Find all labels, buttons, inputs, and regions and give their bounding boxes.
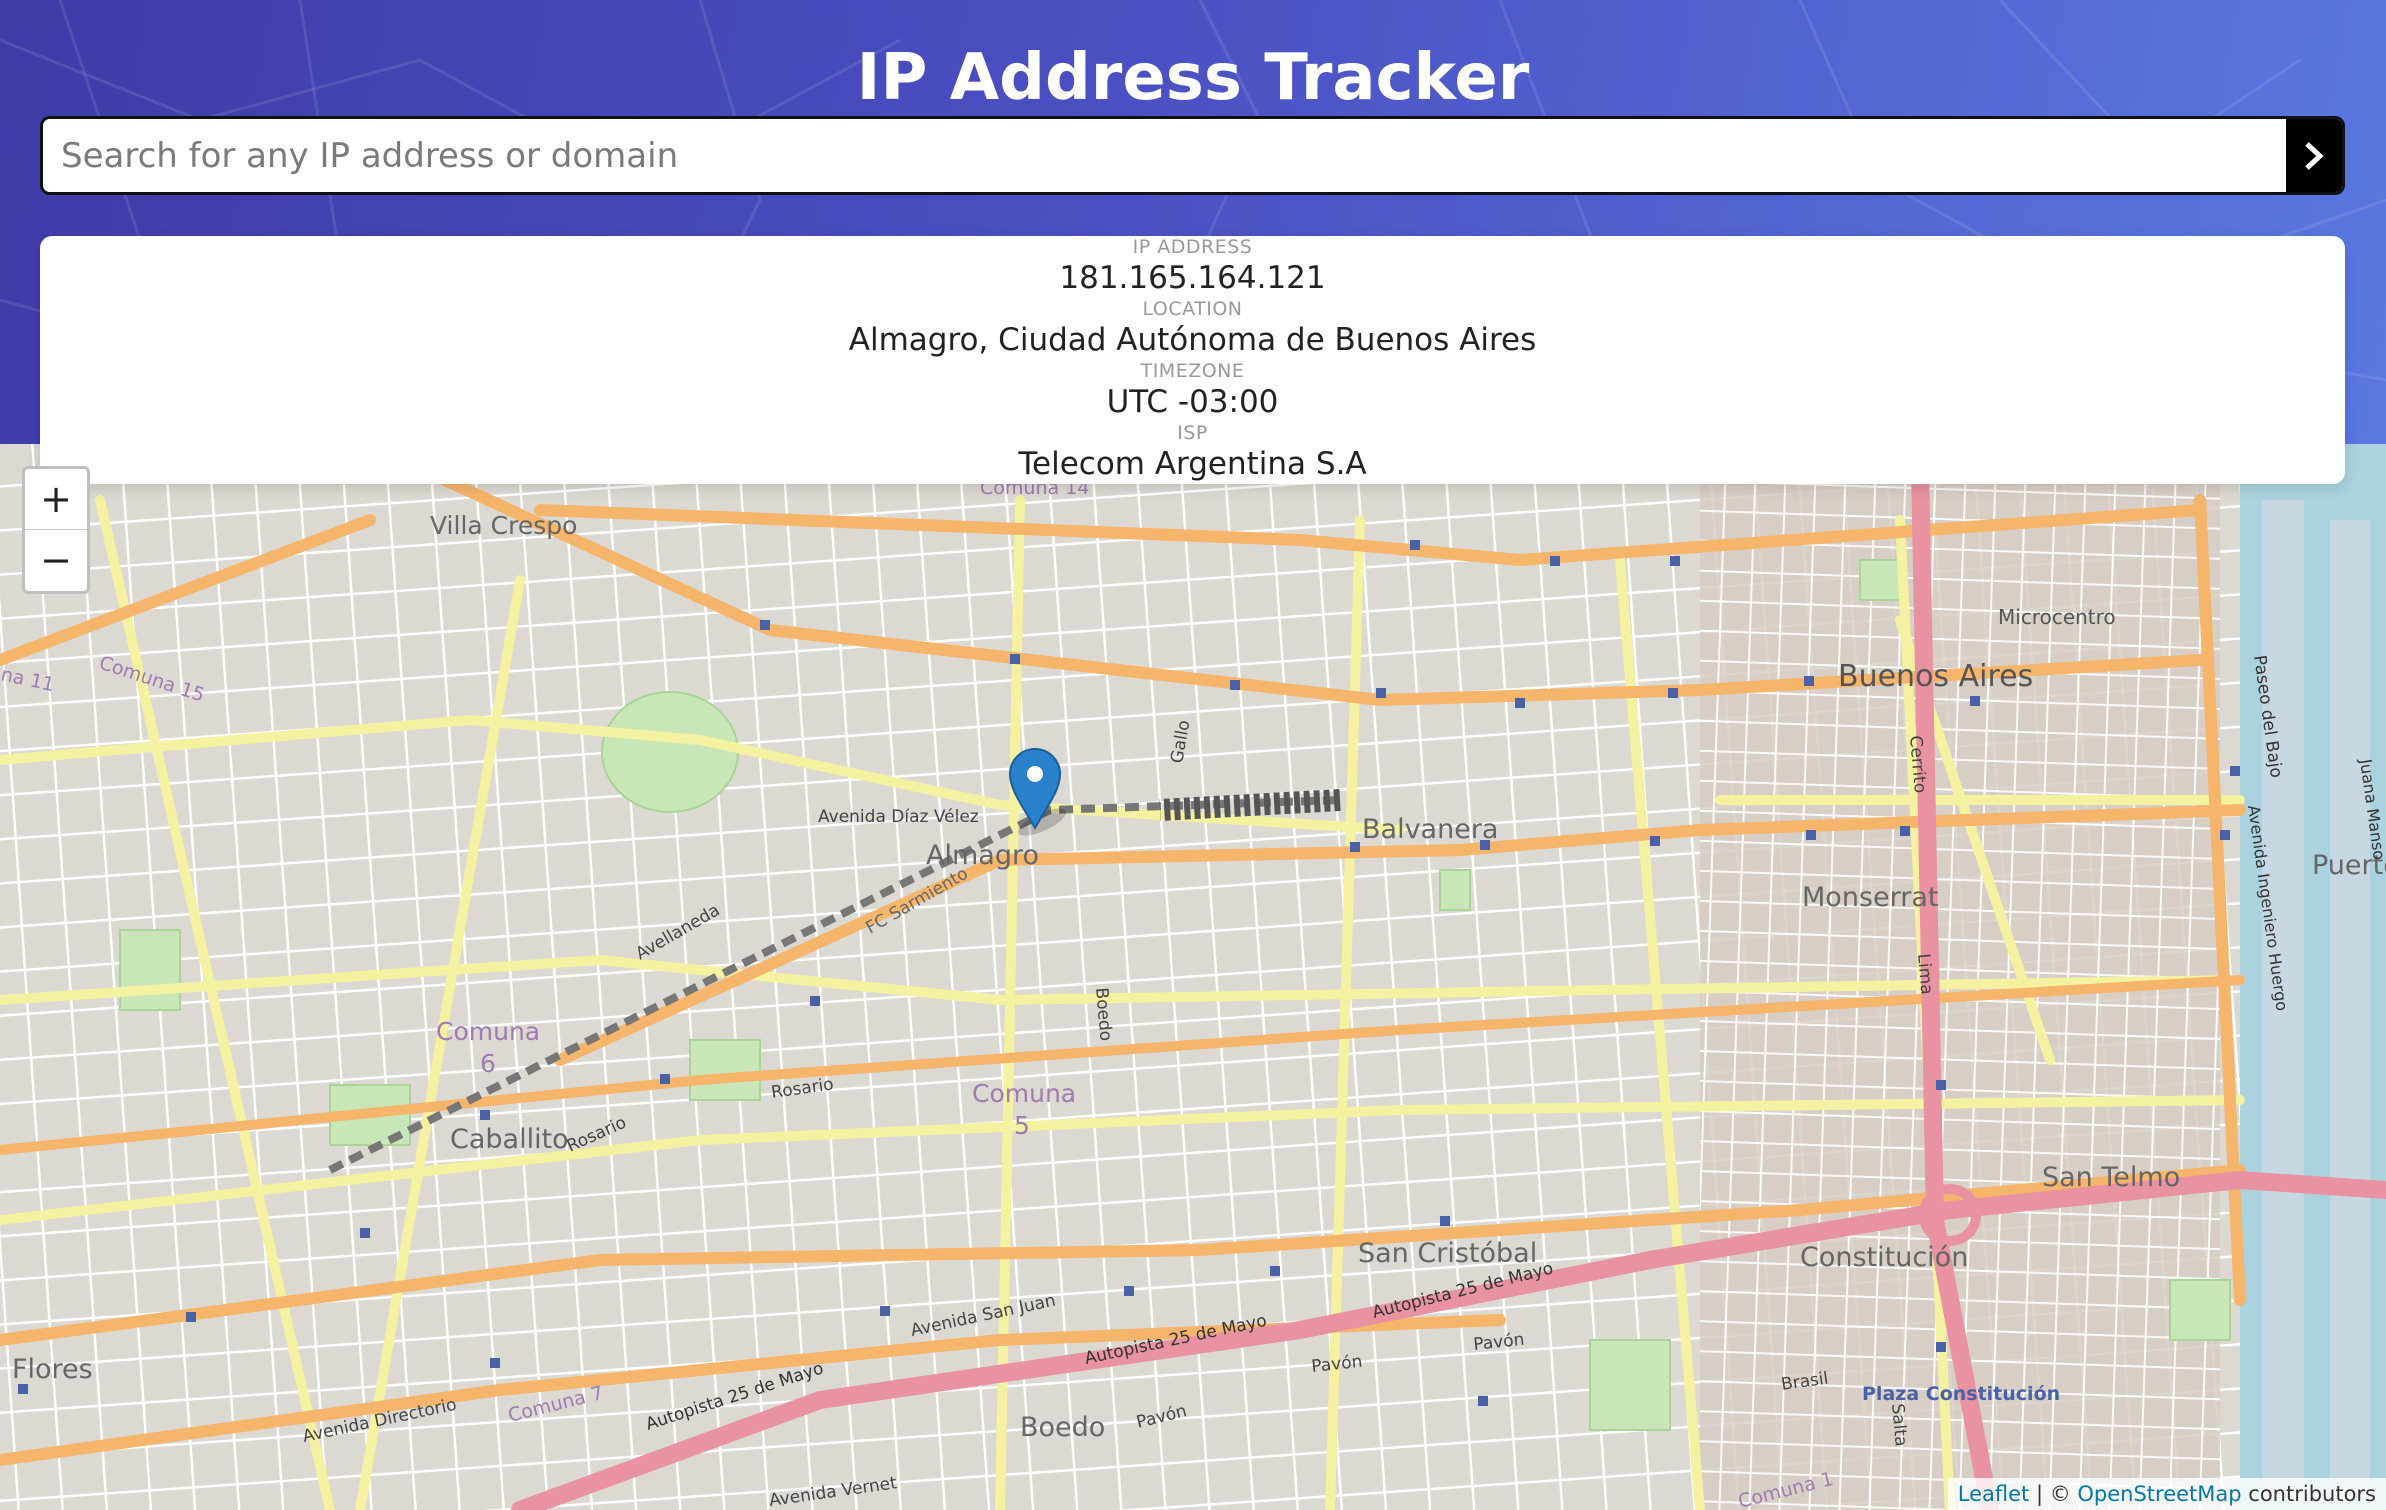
map-label-lima: Lima: [1913, 953, 1937, 996]
ip-address-block: IP ADDRESS 181.165.164.121: [40, 236, 2345, 298]
map-label-san-telmo: San Telmo: [2042, 1162, 2180, 1193]
chevron-right-icon: [2305, 141, 2324, 170]
timezone-block: TIMEZONE UTC -03:00: [40, 360, 2345, 422]
isp-label: ISP: [1177, 422, 1208, 444]
timezone-label: TIMEZONE: [1140, 360, 1245, 382]
map-label-san-cristobal: San Cristóbal: [1358, 1238, 1537, 1269]
map-label-almagro: Almagro: [926, 840, 1039, 871]
map-label-comuna-5: Comuna: [972, 1079, 1076, 1108]
ip-address-value: 181.165.164.121: [1059, 260, 1326, 296]
leaflet-link[interactable]: Leaflet: [1958, 1482, 2030, 1506]
timezone-value: UTC -03:00: [1106, 384, 1279, 420]
isp-value: Telecom Argentina S.A: [1018, 446, 1367, 482]
map-label-constitucion: Constitución: [1800, 1242, 1968, 1273]
location-block: LOCATION Almagro, Ciudad Autónoma de Bue…: [40, 298, 2345, 360]
zoom-control: + −: [22, 466, 90, 594]
map-label-diaz-velez: Avenida Díaz Vélez: [818, 807, 979, 827]
map-label-monserrat: Monserrat: [1802, 882, 1938, 913]
map-label-buenos-aires: Buenos Aires: [1838, 659, 2033, 694]
map-label-flores: Flores: [12, 1354, 93, 1385]
map-label-caballito: Caballito: [450, 1124, 569, 1155]
ip-info-card: IP ADDRESS 181.165.164.121 LOCATION Alma…: [40, 236, 2345, 484]
search-input[interactable]: [43, 119, 2288, 192]
ip-address-label: IP ADDRESS: [1132, 236, 1253, 258]
map-label-balvanera: Balvanera: [1362, 814, 1498, 845]
map-label-salta: Salta: [1887, 1403, 1911, 1448]
map-label-comuna-6-number: 6: [480, 1049, 496, 1078]
isp-block: ISP Telecom Argentina S.A: [40, 422, 2345, 484]
location-label: LOCATION: [1142, 298, 1243, 320]
map-label-villa-crespo: Villa Crespo: [430, 511, 577, 540]
attribution-separator: | ©: [2029, 1482, 2078, 1506]
map-label-microcentro: Microcentro: [1998, 605, 2116, 629]
map-label-comuna-5-number: 5: [1014, 1111, 1030, 1140]
attribution-contributors: contributors: [2241, 1482, 2376, 1506]
search-button[interactable]: [2286, 119, 2342, 192]
map[interactable]: Villa Crespo Comuna 15 na 11 Comuna 14 A…: [0, 444, 2386, 1510]
map-label-comuna-6: Comuna: [436, 1017, 540, 1046]
map-label-plaza-constitucion: Plaza Constitución: [1862, 1383, 2060, 1405]
map-tiles: Villa Crespo Comuna 15 na 11 Comuna 14 A…: [0, 444, 2386, 1510]
location-value: Almagro, Ciudad Autónoma de Buenos Aires: [848, 322, 1537, 358]
zoom-in-button[interactable]: +: [25, 469, 87, 530]
page-title: IP Address Tracker: [856, 41, 1530, 115]
osm-link[interactable]: OpenStreetMap: [2077, 1482, 2241, 1506]
zoom-out-button[interactable]: −: [25, 530, 87, 590]
search-bar: [40, 116, 2345, 195]
map-attribution: Leaflet | © OpenStreetMap contributors: [1947, 1478, 2386, 1510]
map-label-boedo: Boedo: [1020, 1412, 1105, 1443]
